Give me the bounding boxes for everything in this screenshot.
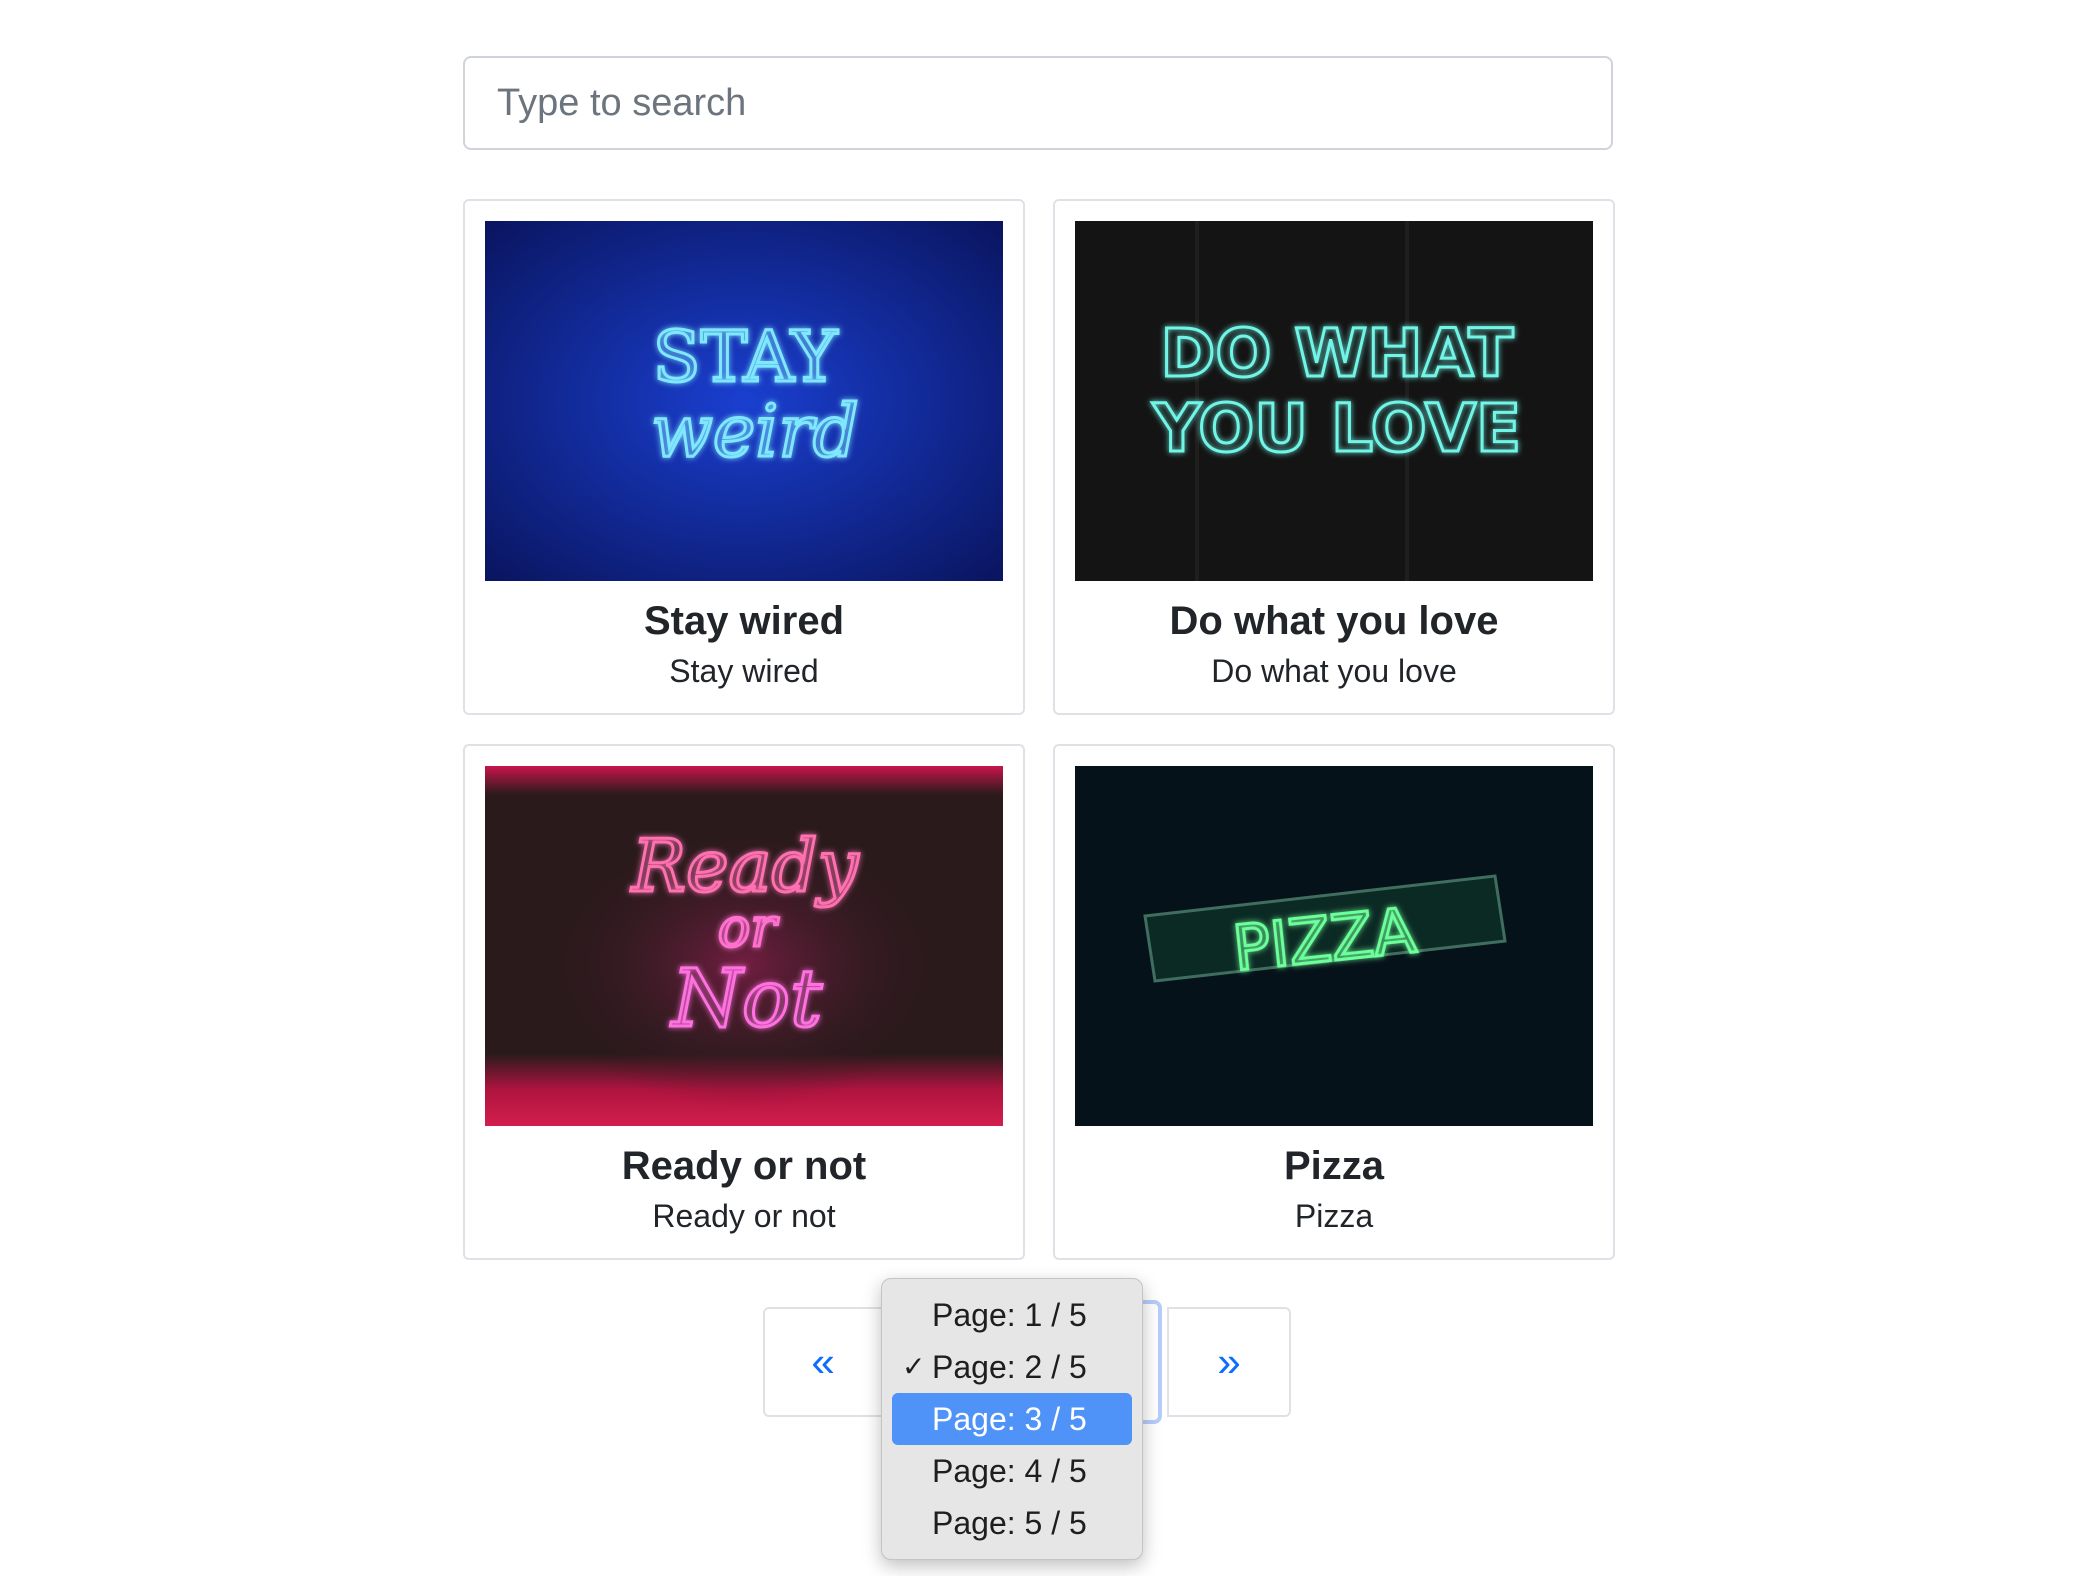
neon-text-line3: Not xyxy=(670,952,823,1045)
page-select-dropdown[interactable]: Page: 1 / 5 ✓ Page: 2 / 5 Page: 3 / 5 Pag… xyxy=(881,1278,1143,1560)
page-option-label: Page: 5 / 5 xyxy=(932,1505,1087,1541)
page-option-label: Page: 3 / 5 xyxy=(932,1401,1087,1437)
card-subtitle: Pizza xyxy=(1294,1198,1374,1234)
page-option[interactable]: Page: 5 / 5 xyxy=(892,1497,1132,1549)
card-image: DO WHAT YOU LOVE xyxy=(1075,221,1593,581)
card-title: Pizza xyxy=(1283,1144,1385,1188)
neon-text-line2: weird xyxy=(651,389,859,473)
card-subtitle: Ready or not xyxy=(652,1198,836,1234)
neon-text-line1: DO WHAT xyxy=(1161,315,1514,392)
card-ready-or-not[interactable]: Ready or Not Ready or not Ready or not xyxy=(463,744,1025,1260)
page-option[interactable]: Page: 4 / 5 xyxy=(892,1445,1132,1497)
page-option-label: Page: 2 / 5 xyxy=(932,1349,1087,1385)
card-subtitle: Do what you love xyxy=(1211,653,1457,689)
neon-text-line2: or xyxy=(718,896,780,959)
checkmark-icon: ✓ xyxy=(902,1351,926,1382)
page-option[interactable]: ✓ Page: 2 / 5 xyxy=(892,1341,1132,1393)
card-title: Stay wired xyxy=(643,599,845,643)
neon-text-line2: YOU LOVE xyxy=(1152,390,1521,467)
neon-text-line1: STAY xyxy=(653,316,839,398)
card-image: STAY weird xyxy=(485,221,1003,581)
card-image: PIZZA xyxy=(1075,766,1593,1126)
page-option-label: Page: 4 / 5 xyxy=(932,1453,1087,1489)
next-page-button[interactable]: » xyxy=(1167,1307,1291,1417)
page-option[interactable]: Page: 1 / 5 xyxy=(892,1289,1132,1341)
page-option[interactable]: Page: 3 / 5 xyxy=(892,1393,1132,1445)
card-title: Ready or not xyxy=(621,1144,867,1188)
card-image: Ready or Not xyxy=(485,766,1003,1126)
page-option-label: Page: 1 / 5 xyxy=(932,1297,1087,1333)
prev-page-button[interactable]: « xyxy=(763,1307,883,1417)
card-subtitle: Stay wired xyxy=(669,653,819,689)
card-do-what-you-love[interactable]: DO WHAT YOU LOVE Do what you love Do wha… xyxy=(1053,199,1615,715)
card-pizza[interactable]: PIZZA Pizza Pizza xyxy=(1053,744,1615,1260)
card-stay-wired[interactable]: STAY weird Stay wired Stay wired xyxy=(463,199,1025,715)
search-input[interactable] xyxy=(463,56,1613,150)
card-title: Do what you love xyxy=(1169,599,1499,643)
